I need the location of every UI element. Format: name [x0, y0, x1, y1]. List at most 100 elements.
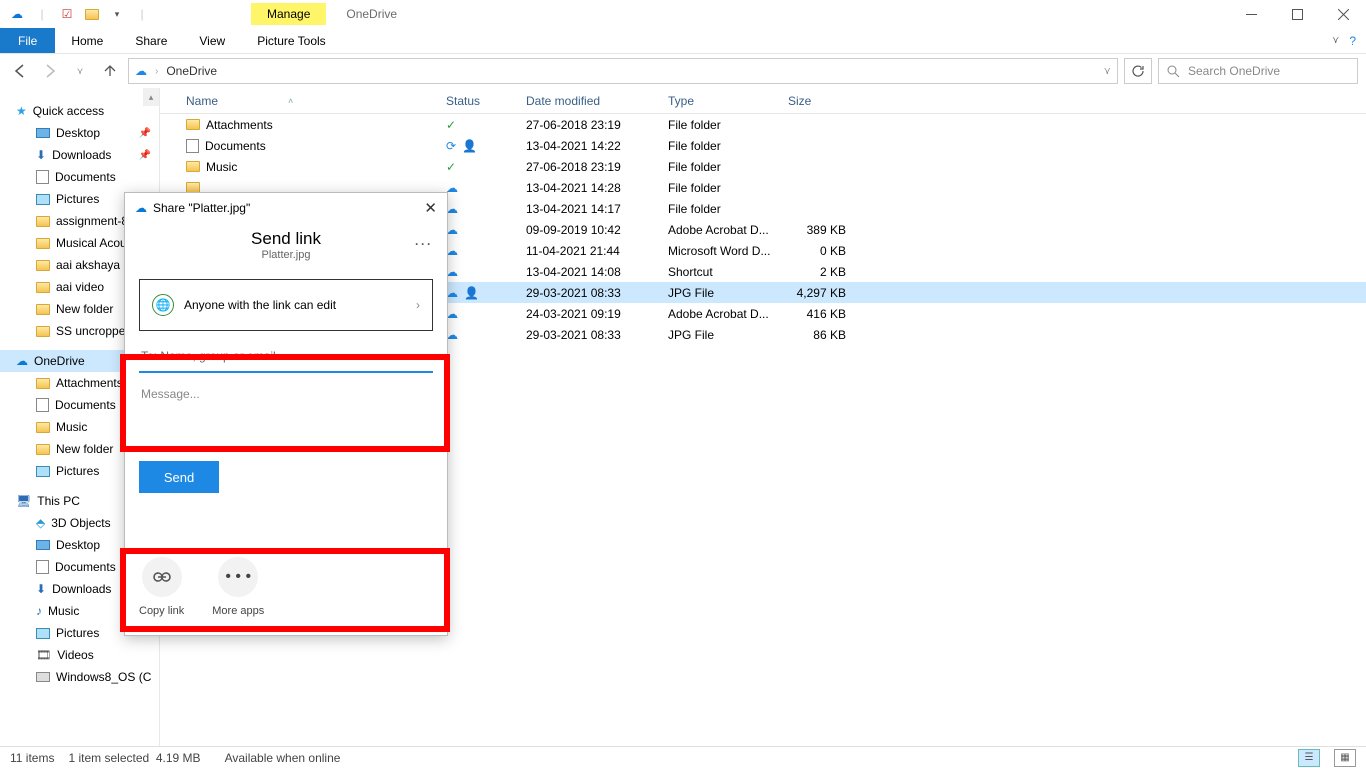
sidebar-label: New folder [56, 302, 113, 316]
nav-toolbar: ⋎ ☁ › OneDrive ⋎ Search OneDrive [0, 54, 1366, 88]
qat-sep: | [31, 3, 53, 25]
more-apps-button[interactable]: • • • More apps [212, 557, 264, 617]
action-label: More apps [212, 605, 264, 617]
address-dropdown-icon[interactable]: ⋎ [1104, 66, 1111, 77]
sidebar-label: assignment-8 [56, 214, 128, 228]
quick-access-toolbar: ☁ | ☑ ▾ | [0, 3, 153, 25]
sort-asc-icon: ˄ [288, 96, 293, 106]
pin-icon: 📌 [139, 128, 151, 139]
globe-icon: 🌐 [152, 294, 174, 316]
address-bar[interactable]: ☁ › OneDrive ⋎ [128, 58, 1118, 84]
document-icon [36, 170, 49, 184]
sidebar-label: Downloads [52, 148, 111, 162]
folder-icon [36, 444, 50, 455]
download-icon: ⬇ [36, 148, 46, 162]
status-selected: 1 item selected 4.19 MB [68, 751, 200, 765]
dialog-heading: Send link Platter.jpg [125, 223, 447, 265]
folder-icon [36, 216, 50, 227]
ribbon-collapse-icon[interactable]: ⋎ [1332, 35, 1339, 46]
dialog-titlebar: ☁ Share "Platter.jpg" ✕ [125, 193, 447, 223]
sidebar-label: Pictures [56, 464, 99, 478]
pc-icon: 🖥 [16, 494, 31, 508]
folder-icon [36, 238, 50, 249]
cloud-icon: ☁ [16, 354, 28, 368]
sidebar-label: Quick access [33, 104, 104, 118]
sidebar-label: SS uncropped [56, 324, 132, 338]
forward-button[interactable] [38, 59, 62, 83]
details-view-button[interactable]: ☰ [1298, 749, 1320, 767]
sidebar-label: 3D Objects [51, 516, 110, 530]
tab-share[interactable]: Share [119, 28, 183, 53]
back-button[interactable] [8, 59, 32, 83]
sidebar-label: OneDrive [34, 354, 85, 368]
sidebar-label: Desktop [56, 538, 100, 552]
scope-text: Anyone with the link can edit [184, 298, 336, 312]
sidebar-label: Videos [57, 648, 93, 662]
sidebar-item[interactable]: Desktop📌 [0, 122, 159, 144]
recent-dropdown[interactable]: ⋎ [68, 59, 92, 83]
onedrive-qat-icon[interactable]: ☁ [6, 3, 28, 25]
up-button[interactable] [98, 59, 122, 83]
scroll-up-icon[interactable]: ▴ [143, 88, 159, 106]
minimize-button[interactable] [1228, 0, 1274, 28]
copy-link-button[interactable]: Copy link [139, 557, 184, 617]
cloud-icon: ☁ [135, 64, 147, 78]
file-row[interactable]: Music✓27-06-2018 23:19File folder [160, 156, 1366, 177]
sidebar-label: aai akshaya bi [56, 258, 133, 272]
send-button[interactable]: Send [139, 461, 219, 493]
file-row[interactable]: Documents⟳👤13-04-2021 14:22File folder [160, 135, 1366, 156]
folder-icon [36, 260, 50, 271]
search-input[interactable]: Search OneDrive [1158, 58, 1358, 84]
sidebar-label: Documents [55, 398, 116, 412]
col-size[interactable]: Size [780, 94, 854, 108]
qat-sep2: | [131, 3, 153, 25]
sidebar-label: Musical Acou [56, 236, 127, 250]
sidebar-item[interactable]: Documents [0, 166, 159, 188]
sidebar-item[interactable]: ⬇Downloads📌 [0, 144, 159, 166]
qat-dropdown-icon[interactable]: ▾ [106, 3, 128, 25]
tab-picture-tools[interactable]: Picture Tools [241, 28, 341, 53]
col-date[interactable]: Date modified [518, 94, 660, 108]
manage-tab[interactable]: Manage [251, 3, 326, 25]
sidebar-label: Pictures [56, 626, 99, 640]
sidebar-item[interactable]: 🎞 Videos [0, 644, 159, 666]
tab-file[interactable]: File [0, 28, 55, 53]
link-scope-button[interactable]: 🌐 Anyone with the link can edit › [139, 279, 433, 331]
to-field[interactable]: To: Name, group or email [139, 341, 433, 373]
videos-icon: 🎞 [36, 648, 51, 662]
more-options-icon[interactable]: ··· [415, 237, 433, 251]
qat-properties-icon[interactable]: ☑ [56, 3, 78, 25]
tab-home[interactable]: Home [55, 28, 119, 53]
col-type[interactable]: Type [660, 94, 780, 108]
breadcrumb-onedrive[interactable]: OneDrive [166, 64, 217, 78]
col-status[interactable]: Status [438, 94, 518, 108]
folder-icon [36, 304, 50, 315]
maximize-button[interactable] [1274, 0, 1320, 28]
pictures-icon [36, 194, 50, 205]
sidebar-label: This PC [37, 494, 80, 508]
document-icon [36, 398, 49, 412]
sidebar-label: Documents [55, 560, 116, 574]
sidebar-item[interactable]: Windows8_OS (C [0, 666, 159, 688]
qat-folder-icon[interactable] [81, 3, 103, 25]
column-headers: Name˄ Status Date modified Type Size [160, 88, 1366, 114]
close-icon[interactable]: ✕ [424, 199, 437, 217]
star-icon: ★ [16, 104, 27, 118]
objects-icon: ⬘ [36, 516, 45, 530]
action-label: Copy link [139, 605, 184, 617]
folder-icon [36, 326, 50, 337]
download-icon: ⬇ [36, 582, 46, 596]
link-icon [142, 557, 182, 597]
col-name[interactable]: Name˄ [178, 94, 438, 108]
refresh-button[interactable] [1124, 58, 1152, 84]
file-row[interactable]: Attachments✓27-06-2018 23:19File folder [160, 114, 1366, 135]
close-button[interactable] [1320, 0, 1366, 28]
tab-view[interactable]: View [183, 28, 241, 53]
help-icon[interactable]: ? [1349, 34, 1356, 48]
sidebar-label: Documents [55, 170, 116, 184]
icons-view-button[interactable]: ▦ [1334, 749, 1356, 767]
sidebar-label: Windows8_OS (C [56, 670, 151, 684]
desktop-icon [36, 540, 50, 550]
sidebar-quick-access[interactable]: ★ Quick access [0, 100, 159, 122]
message-field[interactable]: Message... [139, 373, 433, 451]
